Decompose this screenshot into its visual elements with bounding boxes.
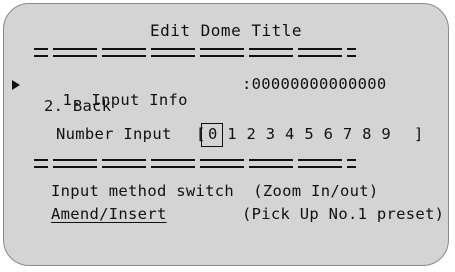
help-input-method-switch: Input method switch (Zoom In/out): [51, 182, 379, 200]
osd-title: Edit Dome Title: [150, 21, 302, 40]
input-info-value: :00000000000000: [242, 75, 387, 93]
number-input-bracket-close: ]: [414, 125, 424, 143]
amend-insert-label[interactable]: Amend/Insert: [51, 206, 167, 223]
divider-bottom: [34, 159, 356, 168]
osd-panel: Edit Dome Title 1. Input Info :000000000…: [3, 3, 449, 266]
menu-item-back[interactable]: 2. Back: [44, 98, 111, 115]
divider-top: [34, 48, 356, 57]
amend-insert-hint: (Pick Up No.1 preset): [242, 205, 445, 223]
selection-arrow-icon: [12, 80, 20, 90]
number-input-digits[interactable]: 0 1 2 3 4 5 6 7 8 9: [208, 126, 391, 143]
number-input-label: Number Input: [56, 125, 172, 143]
